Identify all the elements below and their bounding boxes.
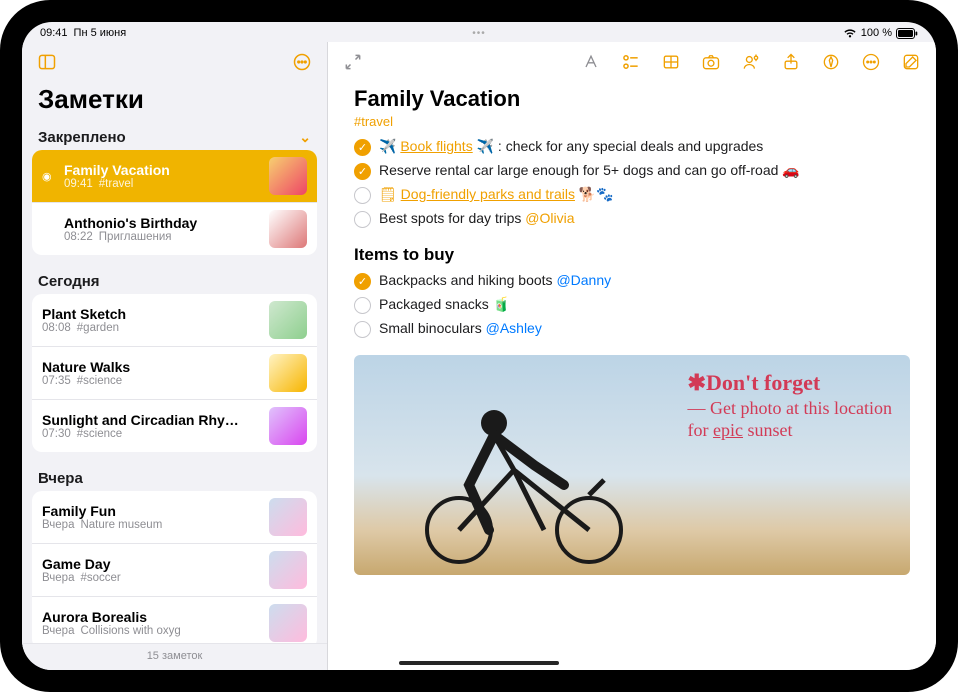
note-item[interactable]: Plant Sketch 08:08#garden	[32, 294, 317, 346]
handwriting-annotation: ✱Don't forget — Get photo at this locati…	[688, 369, 892, 442]
sidebar-footer: 15 заметок	[22, 643, 327, 670]
battery-icon	[896, 28, 918, 39]
note-item[interactable]: Aurora Borealis ВчераCollisions with oxy…	[32, 596, 317, 643]
cyclist-silhouette	[394, 375, 654, 565]
screen: 09:41 Пн 5 июня 100 % •••	[22, 22, 936, 670]
check-item[interactable]: Packaged snacks 🧃	[354, 293, 910, 317]
chevron-down-icon: ⌄	[299, 129, 311, 146]
collaborate-icon[interactable]	[740, 51, 762, 73]
check-empty-icon[interactable]	[354, 211, 371, 228]
note-thumbnail	[269, 210, 307, 248]
table-icon[interactable]	[660, 51, 682, 73]
note-thumbnail	[269, 157, 307, 195]
note-body[interactable]: Family Vacation #travel ✓ ✈️ Book flight…	[328, 82, 936, 670]
sidebar-title: Заметки	[22, 82, 327, 123]
note-item[interactable]: Family Fun ВчераNature museum	[32, 491, 317, 543]
check-empty-icon[interactable]	[354, 297, 371, 314]
check-item[interactable]: 🗒 Dog-friendly parks and trails 🐕🐾	[354, 183, 910, 207]
yesterday-group: Family Fun ВчераNature museum Game Day В…	[32, 491, 317, 643]
wifi-icon	[843, 27, 857, 39]
note-thumbnail	[269, 604, 307, 642]
check-item[interactable]: Best spots for day trips @Olivia	[354, 207, 910, 231]
note-link-icon: 🗒	[379, 186, 397, 202]
mention[interactable]: @Olivia	[525, 210, 574, 226]
check-empty-icon[interactable]	[354, 187, 371, 204]
section-yesterday-header: Вчера	[22, 464, 327, 491]
ipad-frame: 09:41 Пн 5 июня 100 % •••	[0, 0, 958, 692]
link-book-flights[interactable]: Book flights	[400, 138, 472, 154]
share-icon[interactable]	[780, 51, 802, 73]
check-item[interactable]: ✓ Reserve rental car large enough for 5+…	[354, 159, 910, 183]
text-format-icon[interactable]	[580, 51, 602, 73]
note-thumbnail	[269, 498, 307, 536]
camera-icon[interactable]	[700, 51, 722, 73]
note-tag[interactable]: #travel	[354, 114, 910, 129]
check-item[interactable]: Small binoculars @Ashley	[354, 317, 910, 341]
note-item[interactable]: ◉ Family Vacation 09:41#travel	[32, 150, 317, 202]
checklist-items-to-buy: ✓ Backpacks and hiking boots @Danny Pack…	[354, 269, 910, 341]
status-time: 09:41	[40, 27, 68, 39]
mention[interactable]: @Danny	[556, 272, 611, 288]
checklist-main: ✓ ✈️ Book flights ✈️ : check for any spe…	[354, 135, 910, 231]
note-attached-image[interactable]: ✱Don't forget — Get photo at this locati…	[354, 355, 910, 575]
section-today-header: Сегодня	[22, 267, 327, 294]
battery-percent: 100 %	[861, 27, 892, 39]
note-title: Family Vacation	[354, 86, 910, 112]
multitasking-dots-icon[interactable]: •••	[472, 28, 486, 39]
mention[interactable]: @Ashley	[486, 320, 542, 336]
check-done-icon[interactable]: ✓	[354, 163, 371, 180]
pinned-group: ◉ Family Vacation 09:41#travel Anthonio'…	[32, 150, 317, 255]
note-item[interactable]: Game Day Вчера#soccer	[32, 543, 317, 596]
link-dog-parks[interactable]: Dog-friendly parks and trails	[401, 186, 575, 202]
note-thumbnail	[269, 551, 307, 589]
compose-icon[interactable]	[900, 51, 922, 73]
more-icon[interactable]	[291, 51, 313, 73]
note-thumbnail	[269, 354, 307, 392]
check-done-icon[interactable]: ✓	[354, 139, 371, 156]
note-thumbnail	[269, 407, 307, 445]
section-pinned-header[interactable]: Закреплено ⌄	[22, 123, 327, 150]
check-item[interactable]: ✓ ✈️ Book flights ✈️ : check for any spe…	[354, 135, 910, 159]
sidebar: Заметки Закреплено ⌄ ◉ Family Vacation 0…	[22, 42, 328, 670]
note-subheading: Items to buy	[354, 245, 910, 265]
pin-icon: ◉	[42, 170, 56, 183]
checklist-icon[interactable]	[620, 51, 642, 73]
main-toolbar	[328, 42, 936, 82]
today-group: Plant Sketch 08:08#garden Nature Walks 0…	[32, 294, 317, 452]
markup-icon[interactable]	[820, 51, 842, 73]
home-indicator[interactable]	[399, 661, 559, 665]
check-item[interactable]: ✓ Backpacks and hiking boots @Danny	[354, 269, 910, 293]
sidebar-toggle-icon[interactable]	[36, 51, 58, 73]
more-menu-icon[interactable]	[860, 51, 882, 73]
note-thumbnail	[269, 301, 307, 339]
check-done-icon[interactable]: ✓	[354, 273, 371, 290]
expand-icon[interactable]	[342, 51, 364, 73]
check-empty-icon[interactable]	[354, 321, 371, 338]
note-item[interactable]: Nature Walks 07:35#science	[32, 346, 317, 399]
main-pane: Family Vacation #travel ✓ ✈️ Book flight…	[328, 42, 936, 670]
status-date: Пн 5 июня	[74, 27, 127, 39]
note-item[interactable]: Sunlight and Circadian Rhy… 07:30#scienc…	[32, 399, 317, 452]
note-item[interactable]: Anthonio's Birthday 08:22Приглашения	[32, 202, 317, 255]
